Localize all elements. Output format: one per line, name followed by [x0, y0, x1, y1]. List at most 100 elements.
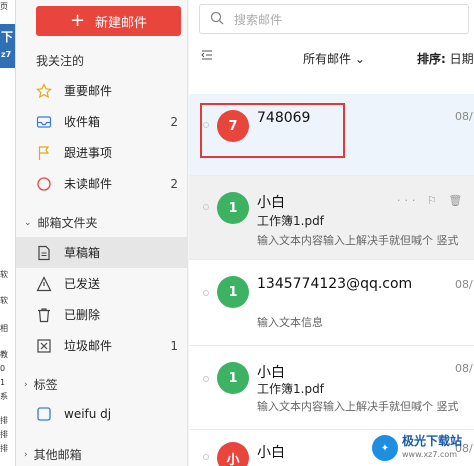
unread-dot[interactable]	[203, 290, 209, 296]
mail-sender: 小白	[257, 445, 285, 461]
avatar: 1	[217, 362, 249, 394]
new-mail-button[interactable]: + 新建邮件	[36, 6, 181, 36]
sidebar-item-inbox[interactable]: 收件箱 2	[16, 106, 188, 137]
sidebar-item-drafts[interactable]: 草稿箱	[16, 237, 188, 268]
trash-icon	[36, 307, 52, 323]
plus-icon: +	[69, 10, 86, 31]
unread-count: 2	[170, 114, 178, 129]
folders-section-title: 邮箱文件夹	[37, 216, 98, 230]
collapse-sidebar-icon[interactable]	[201, 49, 213, 64]
search-input[interactable]: 搜索邮件	[199, 4, 469, 34]
flag-icon	[36, 145, 52, 161]
sidebar-item-followup[interactable]: 跟进事项	[16, 137, 188, 168]
chevron-right-icon: ›	[24, 449, 28, 460]
tag-square-icon	[36, 406, 52, 422]
sidebar-item-deleted[interactable]: 已删除	[16, 299, 188, 330]
sort-control[interactable]: 排序: 日期	[417, 50, 474, 67]
star-icon	[36, 82, 52, 99]
bg-line: 排	[0, 430, 8, 439]
unread-dot[interactable]	[203, 204, 209, 210]
circle-icon	[36, 176, 52, 192]
sidebar-item-label: 跟进事项	[64, 146, 113, 160]
mail-subject: 工作簿1.pdf	[257, 214, 324, 228]
sidebar-item-label: 收件箱	[64, 115, 101, 129]
sidebar-item-label: 未读邮件	[64, 177, 113, 191]
sidebar-item-label: 重要邮件	[64, 84, 113, 98]
mail-preview: 输入文本信息	[257, 316, 323, 329]
sidebar-item-label: 垃圾邮件	[64, 339, 113, 353]
unread-dot[interactable]	[203, 376, 209, 382]
mail-preview: 输入文本内容输入上解决手就但喊个 竖式	[257, 400, 459, 413]
tags-section-title: 标签	[33, 378, 58, 392]
other-section-toggle[interactable]: › 其他邮箱	[24, 446, 82, 463]
mail-hover-actions[interactable]: ··· ⚐ 🗑	[397, 194, 466, 207]
bg-line: 系	[0, 392, 8, 401]
background-window-strip: 下 z7 页 软 软 相 教 0 1 系 排 排 排	[0, 0, 16, 466]
unread-count: 2	[170, 176, 178, 191]
other-section-title: 其他邮箱	[33, 448, 82, 462]
bg-line: 1	[0, 378, 6, 387]
sidebar-item-label: 已删除	[64, 308, 101, 322]
draft-icon	[36, 245, 52, 261]
tags-section-toggle[interactable]: › 标签	[24, 376, 58, 393]
avatar: 1	[217, 192, 249, 224]
sidebar-item-important[interactable]: 重要邮件	[16, 75, 188, 106]
mail-sender: 小白	[257, 365, 285, 381]
unread-count: 1	[170, 338, 178, 353]
bg-line: 教	[0, 350, 8, 359]
send-icon	[36, 275, 52, 292]
watermark-name: 极光下载站	[402, 434, 463, 448]
sidebar-item-sent[interactable]: 已发送	[16, 268, 188, 299]
bg-line: 软	[0, 296, 8, 305]
more-icon[interactable]: ···	[397, 194, 420, 207]
sidebar-item-unread[interactable]: 未读邮件 2	[16, 168, 188, 199]
search-placeholder: 搜索邮件	[234, 12, 283, 27]
mail-item[interactable]: 1 1345774123@qq.com 08/ 输入文本信息	[189, 260, 474, 346]
bg-line: 下	[1, 30, 14, 44]
flag-icon[interactable]: ⚐	[427, 194, 441, 207]
sidebar-item-spam[interactable]: 垃圾邮件 1	[16, 330, 188, 361]
watermark-url: www.xz7.com	[402, 450, 458, 459]
chevron-down-icon: ⌄	[24, 217, 32, 228]
bg-line: 排	[0, 416, 8, 425]
bg-line: z7	[1, 50, 12, 59]
mail-subject: 工作簿1.pdf	[257, 382, 324, 396]
trash-icon[interactable]: 🗑	[448, 194, 466, 207]
mail-sender: 1345774123@qq.com	[257, 276, 413, 292]
sort-label: 排序:	[417, 52, 446, 66]
unread-dot[interactable]	[203, 454, 209, 460]
mail-item[interactable]: 1 小白 08/ 工作簿1.pdf 输入文本内容输入上解决手就但喊个 竖式	[189, 346, 474, 430]
spam-icon	[36, 338, 52, 354]
sidebar: + 新建邮件 我关注的 重要邮件 收件箱 2 跟进事项 未读邮件 2 ⌄ 邮箱文…	[16, 0, 188, 466]
list-toolbar: 所有邮件 ⌄ 排序: 日期	[189, 46, 474, 70]
mail-item[interactable]: 1 小白 ··· ⚐ 🗑 工作簿1.pdf 输入文本内容输入上解决手就但喊个 竖…	[189, 176, 474, 260]
watermark: ✦ 极光下载站 www.xz7.com	[372, 430, 474, 466]
followed-section-title: 我关注的	[36, 54, 85, 68]
avatar: 1	[217, 276, 249, 308]
search-icon	[210, 10, 224, 29]
mail-date: 08/	[455, 278, 473, 291]
mail-date: 08/	[455, 110, 473, 123]
bg-line: 相	[0, 324, 8, 333]
bg-line: 排	[0, 444, 8, 453]
bg-line: 页	[0, 2, 8, 11]
inbox-icon	[36, 114, 52, 130]
sidebar-item-tag[interactable]: weifu dj	[16, 398, 188, 429]
filter-dropdown[interactable]: 所有邮件 ⌄	[303, 50, 365, 67]
chevron-down-icon: ⌄	[354, 52, 365, 66]
folders-section-toggle[interactable]: ⌄ 邮箱文件夹	[24, 214, 98, 231]
sidebar-item-label: weifu dj	[64, 406, 112, 421]
mail-sender: 小白	[257, 195, 285, 211]
new-mail-label: 新建邮件	[95, 15, 148, 31]
bg-line: 软	[0, 270, 8, 279]
mail-date: 08/	[455, 362, 473, 375]
sidebar-item-label: 草稿箱	[64, 246, 101, 260]
mail-list-pane: 搜索邮件 所有邮件 ⌄ 排序: 日期 7 748069 08/ 1 小白 ···…	[189, 0, 474, 466]
highlight-annotation	[200, 103, 345, 158]
mail-preview: 输入文本内容输入上解决手就但喊个 竖式	[257, 234, 459, 247]
watermark-text: 极光下载站 www.xz7.com	[402, 435, 462, 461]
chevron-right-icon: ›	[24, 379, 28, 390]
avatar: 小	[217, 442, 249, 466]
filter-label: 所有邮件	[303, 52, 352, 66]
sidebar-item-label: 已发送	[64, 277, 101, 291]
